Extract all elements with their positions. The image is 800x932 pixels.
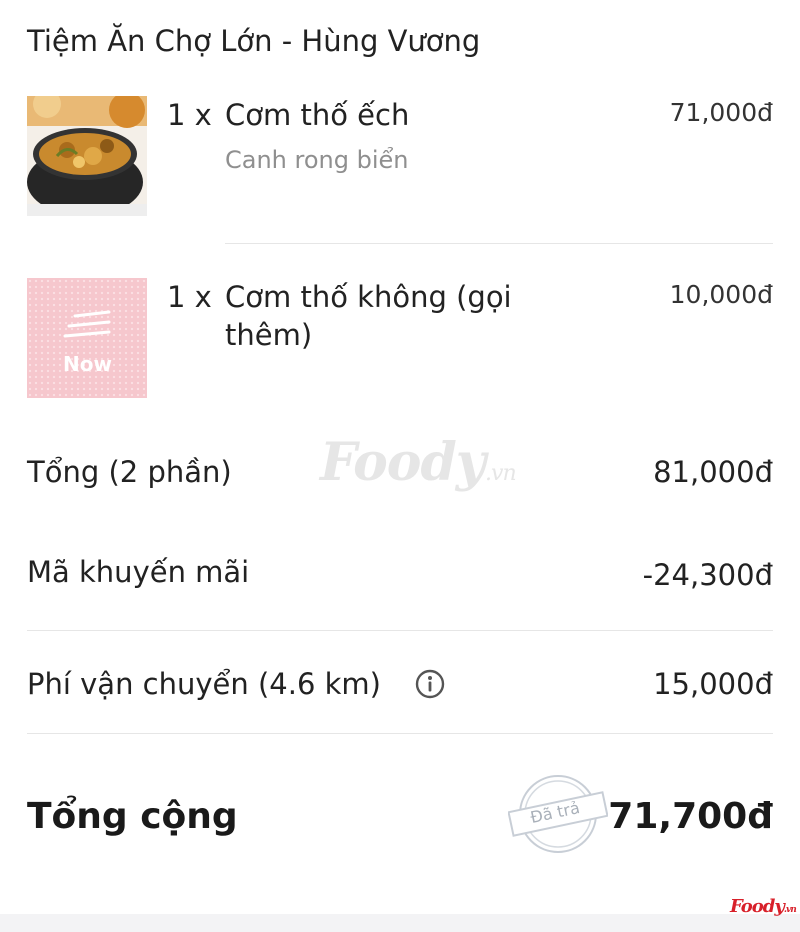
placeholder-image: Now <box>27 278 147 398</box>
promo-value: -24,300đ <box>642 558 773 592</box>
item-1-option: Canh rong biển <box>225 146 409 174</box>
foody-watermark: Foody.vn <box>320 432 517 493</box>
promo-label: Mã khuyến mãi <box>27 555 250 589</box>
summary-divider <box>27 630 773 631</box>
shipping-label: Phí vận chuyển (4.6 km) <box>27 667 381 701</box>
item-2-quantity: 1 x <box>167 280 212 314</box>
total-label: Tổng cộng <box>27 796 238 837</box>
food-image <box>27 96 147 216</box>
item-1-name: Cơm thố ếch <box>225 98 410 132</box>
footer-bar <box>0 914 800 932</box>
now-logo-text: Now <box>63 352 112 376</box>
item-2-name: Cơm thố không (gọi thêm) <box>225 280 512 352</box>
speed-lines-icon <box>63 310 111 338</box>
info-icon[interactable] <box>415 669 445 699</box>
item-2-price: 10,000đ <box>669 280 773 309</box>
item-divider <box>225 243 773 244</box>
watermark-main: Foody <box>320 432 486 493</box>
clay-pot-illustration <box>27 96 147 216</box>
total-value: 71,700đ <box>608 796 773 837</box>
corner-logo-main: Foody <box>730 896 785 917</box>
subtotal-value: 81,000đ <box>653 455 773 489</box>
shipping-value: 15,000đ <box>653 667 773 701</box>
paid-stamp: Đã trả <box>507 772 609 856</box>
restaurant-name: Tiệm Ăn Chợ Lớn - Hùng Vương <box>27 24 481 58</box>
watermark-suffix: .vn <box>485 461 517 486</box>
subtotal-label: Tổng (2 phần) <box>27 455 232 489</box>
corner-logo-suffix: .vn <box>783 905 797 915</box>
item-1-quantity: 1 x <box>167 98 212 132</box>
total-divider <box>27 733 773 734</box>
item-1-price: 71,000đ <box>669 98 773 127</box>
foody-corner-logo: Foody.vn <box>730 896 797 917</box>
